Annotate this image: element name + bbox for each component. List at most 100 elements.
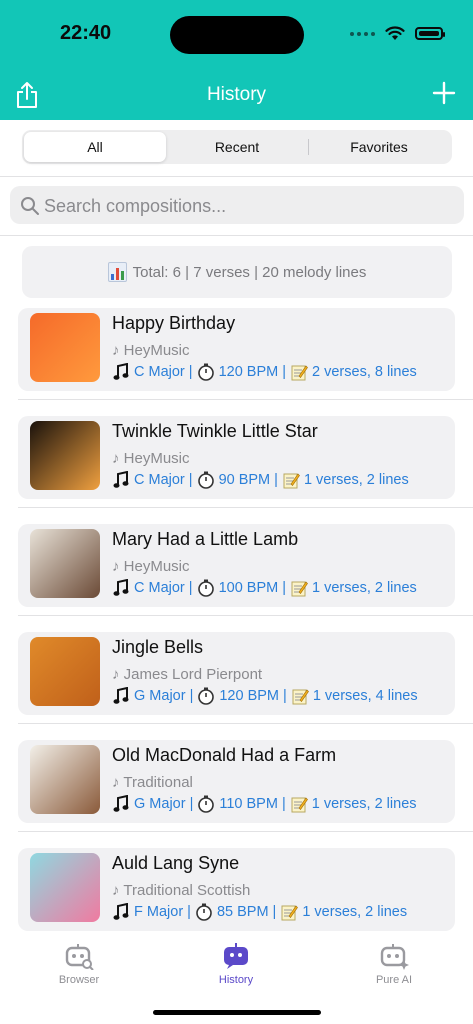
composition-artist: ♪ HeyMusic [112,450,190,467]
composition-meta: C Major | 90 BPM | 1 verses, 2 lines [112,471,409,489]
composition-meta: C Major | 120 BPM | 2 verses, 8 lines [112,363,417,381]
nav-header: 22:40 History [0,0,473,120]
composition-bpm: 90 BPM | [218,472,278,488]
memo-icon [290,795,308,813]
music-note-icon [112,903,130,921]
bar-chart-icon [107,262,127,282]
stopwatch-icon [197,471,215,489]
search-icon [21,197,39,215]
composition-bpm: 120 BPM | [218,364,287,380]
composition-card[interactable]: Auld Lang Syne ♪ Traditional Scottish F Ma… [18,848,455,931]
tab-history[interactable]: History [186,942,286,986]
memo-icon [291,687,309,705]
music-note-icon [112,471,130,489]
tab-history-label: History [218,974,254,986]
stopwatch-icon [197,363,215,381]
composition-card[interactable]: Jingle Bells ♪ James Lord Pierpont G Major… [18,632,455,715]
composition-counts: 1 verses, 2 lines [303,472,409,488]
row-divider [18,831,473,832]
cover-image [30,745,100,814]
composition-title: Mary Had a Little Lamb [112,529,299,549]
row-divider [18,399,473,400]
composition-key: C Major | [134,364,193,380]
composition-card[interactable]: Happy Birthday ♪ HeyMusic C Major | 120 BPM… [18,308,455,391]
music-note-icon [112,687,130,705]
composition-bpm: 85 BPM | [216,904,277,920]
composition-title: Old MacDonald Had a Farm [112,745,337,765]
composition-key: C Major | [134,472,193,488]
composition-meta: G Major | 120 BPM | 1 verses, 4 lines [112,687,418,705]
composition-counts: 1 verses, 2 lines [312,580,417,596]
composition-key: G Major | [134,796,194,812]
cover-image [30,637,100,706]
composition-title: Auld Lang Syne [112,853,240,873]
composition-card[interactable]: Mary Had a Little Lamb ♪ HeyMusic C Major … [18,524,455,607]
signal-icon [350,31,375,36]
memo-icon [282,471,300,489]
divider [0,176,473,177]
composition-key: F Major | [134,904,191,920]
stopwatch-icon [197,795,215,813]
composition-title: Happy Birthday [112,313,236,333]
composition-counts: 1 verses, 4 lines [312,688,418,704]
compositions-list[interactable]: Total: 6 | 7 verses | 20 melody lines Ha… [0,236,473,936]
filter-segmented-control: All Recent Favorites [22,130,452,164]
search-bar[interactable] [10,186,464,226]
composition-card[interactable]: Old MacDonald Had a Farm ♪ Traditional G M… [18,740,455,823]
status-time: 22:40 [60,22,112,44]
cover-image [30,313,100,382]
composition-counts: 1 verses, 2 lines [311,796,417,812]
tab-pure-ai[interactable]: Pure AI [344,942,444,986]
search-input[interactable] [42,186,446,226]
row-divider [18,507,473,508]
composition-artist: ♪ Traditional Scottish [112,882,251,899]
music-note-icon [112,579,130,597]
segment-favorites[interactable]: Favorites [308,132,450,162]
battery-icon [415,27,445,40]
composition-meta: G Major | 110 BPM | 1 verses, 2 lines [112,795,417,813]
robot-search-icon [65,944,94,970]
home-indicator [153,1010,321,1015]
row-divider [18,723,473,724]
tab-pure-ai-label: Pure AI [375,974,413,986]
composition-artist: ♪ HeyMusic [112,558,190,575]
composition-artist: ♪ HeyMusic [112,342,190,359]
composition-meta: F Major | 85 BPM | 1 verses, 2 lines [112,903,407,921]
tab-browser-label: Browser [58,974,100,986]
robot-chat-icon [224,943,248,969]
music-note-icon [112,795,130,813]
segment-recent[interactable]: Recent [166,132,308,162]
stopwatch-icon [195,903,213,921]
memo-icon [290,579,308,597]
composition-key: G Major | [134,688,194,704]
summary-text: Total: 6 | 7 verses | 20 melody lines [132,263,367,281]
composition-counts: 2 verses, 8 lines [312,364,417,380]
robot-sparkle-icon [380,944,409,970]
segment-all[interactable]: All [24,132,166,162]
status-indicators [350,26,445,41]
wifi-icon [385,26,405,40]
composition-bpm: 100 BPM | [218,580,287,596]
composition-title: Jingle Bells [112,637,204,657]
composition-artist: ♪ Traditional [112,774,193,791]
stopwatch-icon [197,579,215,597]
summary-banner: Total: 6 | 7 verses | 20 melody lines [22,246,452,298]
cover-image [30,853,100,922]
composition-bpm: 120 BPM | [219,688,287,704]
composition-title: Twinkle Twinkle Little Star [112,421,318,441]
memo-icon [280,903,299,921]
cover-image [30,421,100,490]
composition-counts: 1 verses, 2 lines [302,904,408,920]
stopwatch-icon [197,687,215,705]
composition-bpm: 110 BPM | [219,796,286,812]
cover-image [30,529,100,598]
page-title: History [206,84,267,105]
row-divider [18,615,473,616]
composition-artist: ♪ James Lord Pierpont [112,666,263,683]
tab-browser[interactable]: Browser [29,942,129,986]
add-icon[interactable] [431,80,457,106]
memo-icon [290,363,308,381]
composition-key: C Major | [134,580,193,596]
music-note-icon [112,363,130,381]
composition-card[interactable]: Twinkle Twinkle Little Star ♪ HeyMusic C M… [18,416,455,499]
